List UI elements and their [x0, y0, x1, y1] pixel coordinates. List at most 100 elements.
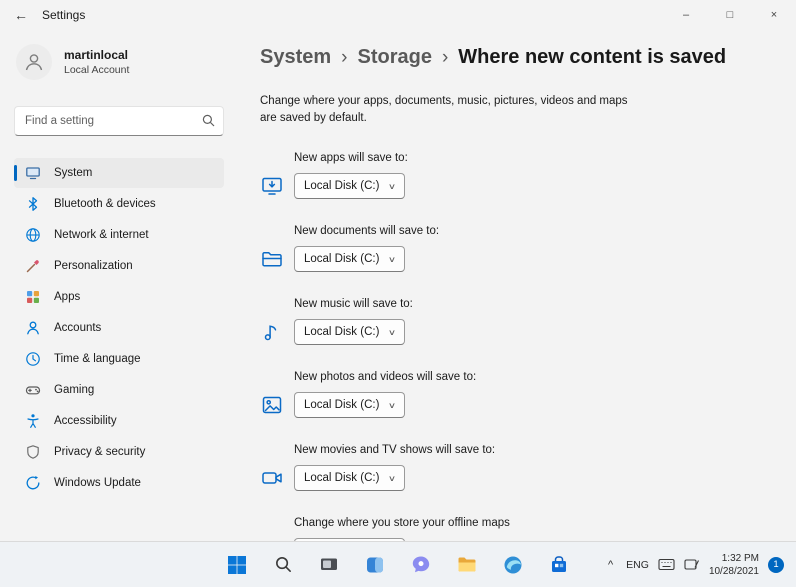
taskbar: ^ ENG 1:32 PM 10/28/2021 1: [0, 541, 796, 587]
section-label: Change where you store your offline maps: [294, 517, 766, 529]
pen-input-icon: [684, 558, 700, 571]
sidebar-item-label: System: [54, 167, 92, 179]
person-icon: [25, 320, 41, 336]
search-icon: [202, 114, 215, 127]
file-explorer-button[interactable]: [450, 548, 484, 582]
offline-maps-section: Change where you store your offline maps…: [260, 517, 766, 541]
photos-icon: [260, 393, 284, 417]
language-indicator[interactable]: ENG: [626, 559, 649, 571]
minimize-button[interactable]: –: [664, 0, 708, 30]
pen-input-button[interactable]: [684, 558, 700, 571]
dropdown-value: Local Disk (C:): [304, 253, 379, 265]
section-label: New documents will save to:: [294, 225, 766, 237]
sidebar-item-apps[interactable]: Apps: [14, 282, 224, 312]
sidebar-item-network-internet[interactable]: Network & internet: [14, 220, 224, 250]
section-label: New music will save to:: [294, 298, 766, 310]
sidebar: martinlocal Local Account System: [0, 30, 238, 541]
update-refresh-icon: [25, 475, 41, 491]
task-view-button[interactable]: [312, 548, 346, 582]
chevron-down-icon: ∨: [388, 474, 396, 483]
music-note-icon: [260, 320, 284, 344]
chevron-down-icon: ∨: [388, 255, 396, 264]
search-box: [14, 106, 224, 136]
back-arrow-icon: ←: [14, 7, 28, 23]
sidebar-item-personalization[interactable]: Personalization: [14, 251, 224, 281]
tray-date: 10/28/2021: [709, 565, 759, 578]
globe-icon: [25, 227, 41, 243]
titlebar: ← Settings – □ ×: [0, 0, 796, 30]
apps-save-dropdown[interactable]: Local Disk (C:) ∨: [294, 173, 405, 199]
widgets-icon: [365, 555, 385, 575]
sidebar-item-label: Network & internet: [54, 229, 149, 241]
dropdown-value: Local Disk (C:): [304, 180, 379, 192]
sidebar-item-label: Privacy & security: [54, 446, 145, 458]
search-input[interactable]: [14, 106, 224, 136]
video-camera-icon: [260, 466, 284, 490]
sidebar-item-time-language[interactable]: Time & language: [14, 344, 224, 374]
shield-icon: [25, 444, 41, 460]
notification-badge[interactable]: 1: [768, 557, 784, 573]
chat-button[interactable]: [404, 548, 438, 582]
section-label: New photos and videos will save to:: [294, 371, 766, 383]
section-label: New movies and TV shows will save to:: [294, 444, 766, 456]
clock-icon: [25, 351, 41, 367]
widgets-button[interactable]: [358, 548, 392, 582]
minimize-icon: –: [683, 9, 689, 21]
section-label: New apps will save to:: [294, 152, 766, 164]
search-icon: [274, 555, 293, 574]
window-title: Settings: [42, 8, 85, 22]
sidebar-item-label: Bluetooth & devices: [54, 198, 156, 210]
sidebar-item-bluetooth-devices[interactable]: Bluetooth & devices: [14, 189, 224, 219]
account-card[interactable]: martinlocal Local Account: [14, 40, 224, 84]
close-button[interactable]: ×: [752, 0, 796, 30]
settings-window: ← Settings – □ × ma: [0, 0, 796, 587]
breadcrumb: System › Storage › Where new content is …: [260, 46, 766, 69]
accessibility-person-icon: [25, 413, 41, 429]
tray-time: 1:32 PM: [709, 552, 759, 565]
breadcrumb-system[interactable]: System: [260, 46, 331, 69]
new-movies-tv-section: New movies and TV shows will save to: Lo…: [260, 444, 766, 491]
photos-save-dropdown[interactable]: Local Disk (C:) ∨: [294, 392, 405, 418]
chat-bubble-icon: [411, 555, 431, 574]
back-button[interactable]: ←: [0, 0, 42, 30]
sidebar-item-privacy-security[interactable]: Privacy & security: [14, 437, 224, 467]
breadcrumb-storage[interactable]: Storage: [357, 46, 431, 69]
hidden-icons-button[interactable]: ^: [604, 559, 617, 571]
new-photos-videos-section: New photos and videos will save to: Loca…: [260, 371, 766, 418]
game-controller-icon: [25, 382, 41, 398]
dropdown-value: Local Disk (C:): [304, 399, 379, 411]
search-taskbar-button[interactable]: [266, 548, 300, 582]
movies-save-dropdown[interactable]: Local Disk (C:) ∨: [294, 465, 405, 491]
chevron-down-icon: ∨: [388, 182, 396, 191]
keyboard-icon: [658, 558, 675, 571]
sidebar-item-windows-update[interactable]: Windows Update: [14, 468, 224, 498]
sidebar-item-label: Personalization: [54, 260, 133, 272]
user-name: martinlocal: [64, 48, 129, 62]
page-title: Where new content is saved: [458, 46, 726, 69]
dropdown-value: Local Disk (C:): [304, 472, 379, 484]
system-tray: ^ ENG 1:32 PM 10/28/2021 1: [604, 552, 796, 578]
store-button[interactable]: [542, 548, 576, 582]
chevron-down-icon: ∨: [388, 401, 396, 410]
music-save-dropdown[interactable]: Local Disk (C:) ∨: [294, 319, 405, 345]
sidebar-item-label: Accessibility: [54, 415, 117, 427]
sidebar-item-accessibility[interactable]: Accessibility: [14, 406, 224, 436]
documents-save-dropdown[interactable]: Local Disk (C:) ∨: [294, 246, 405, 272]
folder-icon: [457, 555, 477, 574]
sidebar-item-system[interactable]: System: [14, 158, 224, 188]
sidebar-item-accounts[interactable]: Accounts: [14, 313, 224, 343]
breadcrumb-separator: ›: [341, 47, 347, 69]
clock[interactable]: 1:32 PM 10/28/2021: [709, 552, 759, 578]
sidebar-item-gaming[interactable]: Gaming: [14, 375, 224, 405]
store-bag-icon: [549, 555, 569, 574]
maximize-button[interactable]: □: [708, 0, 752, 30]
edge-browser-button[interactable]: [496, 548, 530, 582]
sidebar-item-label: Time & language: [54, 353, 141, 365]
sidebar-item-label: Apps: [54, 291, 80, 303]
chevron-up-icon: ^: [608, 559, 613, 571]
settings-nav: System Bluetooth & devices Network & int…: [14, 158, 224, 498]
app-save-icon: [260, 174, 284, 198]
touch-keyboard-button[interactable]: [658, 558, 675, 571]
start-button[interactable]: [220, 548, 254, 582]
windows-logo-icon: [227, 555, 247, 575]
